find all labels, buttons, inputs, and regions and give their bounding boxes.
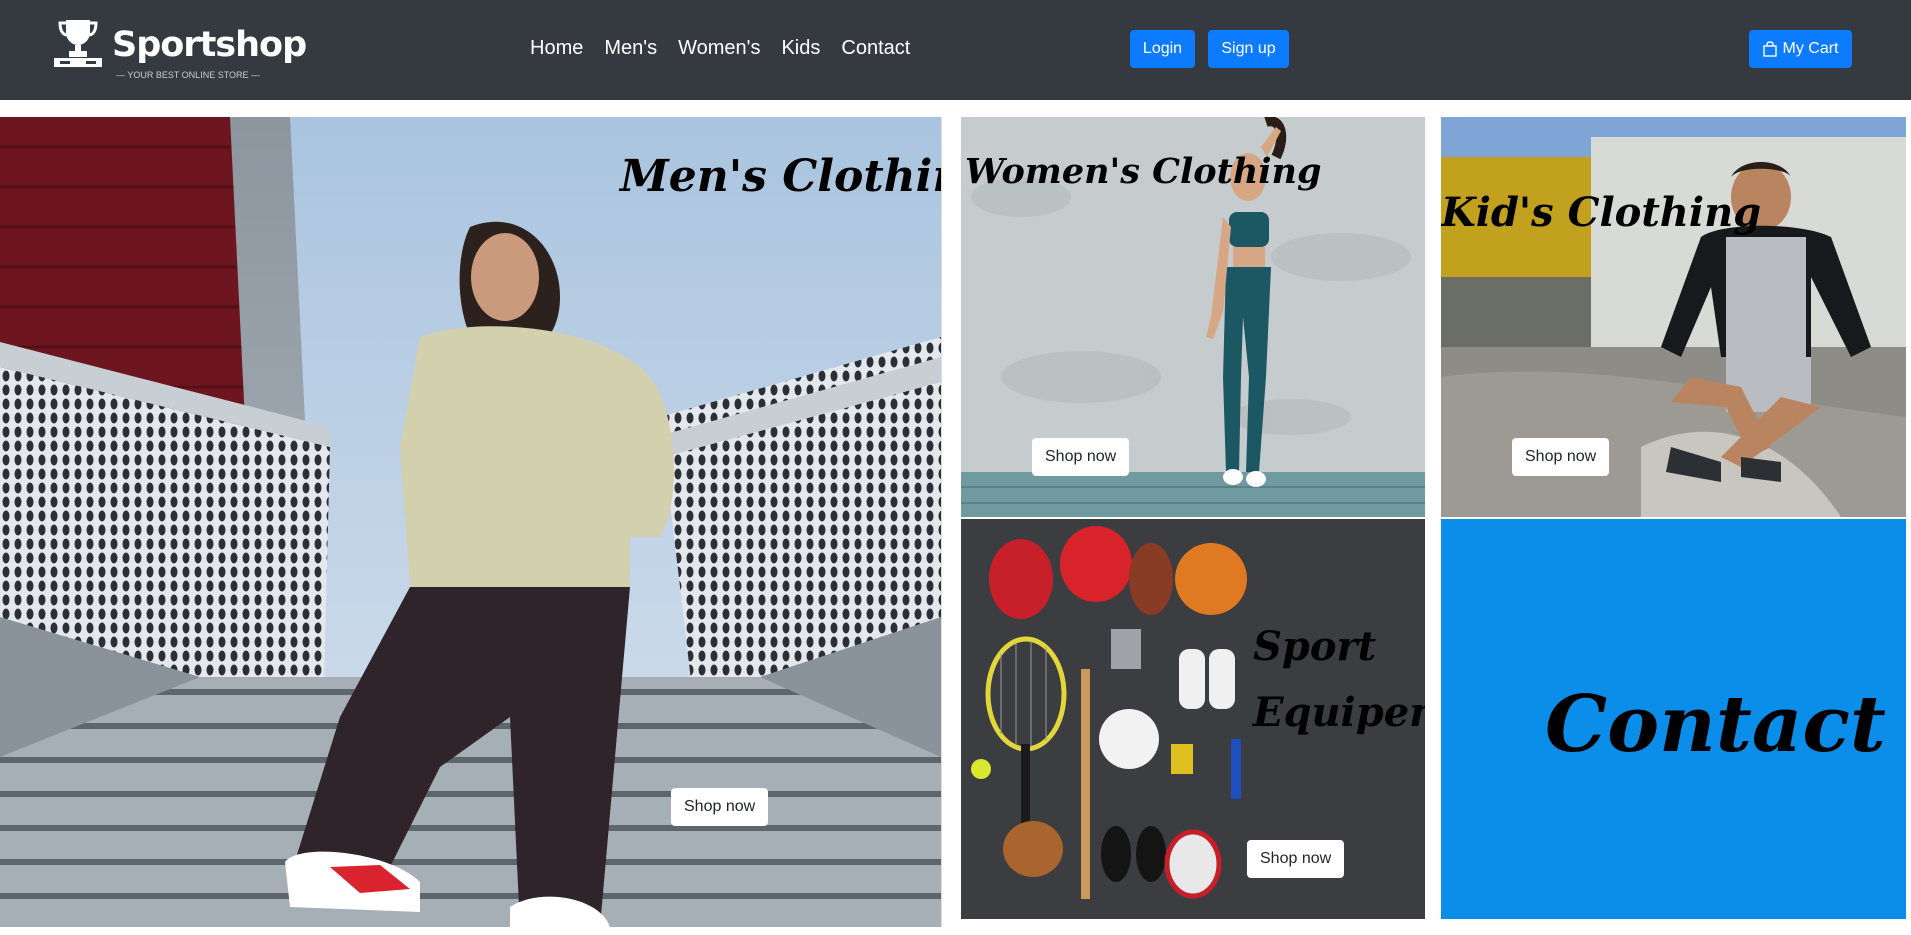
- womens-clothing-title: Women's Clothing: [965, 151, 1322, 192]
- kids-shop-now-button[interactable]: Shop now: [1512, 438, 1610, 476]
- nav-kids[interactable]: Kids: [781, 36, 820, 60]
- nav-womens[interactable]: Women's: [678, 36, 760, 60]
- sport-equipment-title-line1: Sport: [1253, 623, 1377, 670]
- navbar: Sportshop — YOUR BEST ONLINE STORE — Hom…: [0, 0, 1911, 100]
- womens-clothing-tile[interactable]: Women's Clothing Shop now: [961, 117, 1425, 517]
- kids-clothing-title: Kid's Clothing: [1441, 189, 1762, 236]
- mens-shop-now-button[interactable]: Shop now: [671, 788, 769, 826]
- trophy-icon: [54, 20, 102, 67]
- mens-clothing-tile[interactable]: Men's Clothing Shop now: [0, 117, 942, 927]
- nav-mens[interactable]: Men's: [604, 36, 657, 60]
- my-cart-button[interactable]: My Cart: [1749, 30, 1852, 68]
- nav-contact[interactable]: Contact: [841, 36, 910, 60]
- shopping-bag-icon: [1762, 41, 1777, 57]
- kids-clothing-tile[interactable]: Kid's Clothing Shop now: [1441, 117, 1906, 517]
- mens-clothing-image: [0, 117, 941, 927]
- sport-shop-now-button[interactable]: Shop now: [1247, 840, 1345, 878]
- brand-tagline: — YOUR BEST ONLINE STORE —: [116, 70, 261, 80]
- contact-tile[interactable]: Contact: [1441, 519, 1906, 919]
- brand-name: Sportshop: [112, 25, 307, 65]
- my-cart-label: My Cart: [1782, 40, 1839, 57]
- sport-equipment-title-line2: Equipement: [1253, 689, 1425, 736]
- main-nav: Home Men's Women's Kids Contact: [530, 36, 910, 60]
- sport-equipment-tile[interactable]: Sport Equipement Shop now: [961, 519, 1425, 919]
- login-button[interactable]: Login: [1130, 30, 1195, 68]
- signup-button[interactable]: Sign up: [1208, 30, 1289, 68]
- nav-home[interactable]: Home: [530, 36, 583, 60]
- brand-logo[interactable]: Sportshop — YOUR BEST ONLINE STORE —: [52, 18, 307, 84]
- womens-shop-now-button[interactable]: Shop now: [1032, 438, 1130, 476]
- kids-clothing-image: [1441, 117, 1906, 517]
- mens-clothing-title: Men's Clothing: [620, 151, 941, 202]
- contact-title: Contact: [1545, 679, 1886, 770]
